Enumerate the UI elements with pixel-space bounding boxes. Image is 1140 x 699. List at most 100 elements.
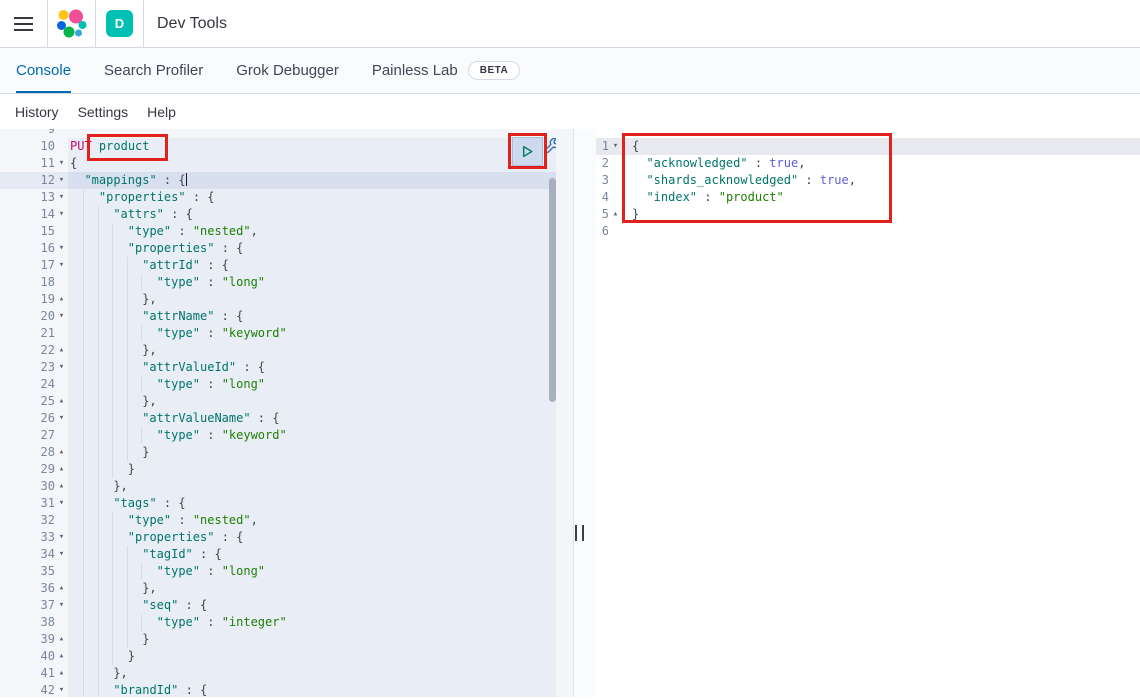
code-text[interactable]: } <box>68 444 556 461</box>
fold-open-icon[interactable]: ▾ <box>55 257 68 274</box>
code-text[interactable]: }, <box>68 291 556 308</box>
code-text[interactable]: "type" : "long" <box>68 376 556 393</box>
tab-search-profiler[interactable]: Search Profiler <box>104 48 203 93</box>
code-text[interactable]: "type" : "nested", <box>68 223 556 240</box>
code-text[interactable]: "tags" : { <box>68 495 556 512</box>
code-text[interactable]: "properties" : { <box>68 240 556 257</box>
fold-open-icon[interactable]: ▾ <box>55 172 68 189</box>
code-text[interactable]: "type" : "integer" <box>68 614 556 631</box>
code-line[interactable] <box>596 129 1140 138</box>
code-text[interactable]: "type" : "long" <box>68 563 556 580</box>
code-line[interactable]: 42▾ "brandId" : { <box>0 682 556 697</box>
code-text[interactable]: "properties" : { <box>68 529 556 546</box>
code-line[interactable]: 36▴ }, <box>0 580 556 597</box>
tab-painless-lab[interactable]: Painless Lab BETA <box>372 48 520 93</box>
tab-grok-debugger[interactable]: Grok Debugger <box>236 48 339 93</box>
fold-close-icon[interactable]: ▴ <box>55 580 68 597</box>
code-line[interactable]: 12▾ "mappings" : { <box>0 172 556 189</box>
code-line[interactable]: 5▴} <box>596 206 1140 223</box>
code-line[interactable]: 3 "shards_acknowledged" : true, <box>596 172 1140 189</box>
fold-open-icon[interactable]: ▾ <box>55 206 68 223</box>
code-text[interactable]: { <box>68 155 556 172</box>
code-text[interactable]: "attrValueName" : { <box>68 410 556 427</box>
code-text[interactable]: "attrId" : { <box>68 257 556 274</box>
code-line[interactable]: 21 "type" : "keyword" <box>0 325 556 342</box>
code-line[interactable]: 34▾ "tagId" : { <box>0 546 556 563</box>
menu-button[interactable] <box>0 0 48 48</box>
code-line[interactable]: 27 "type" : "keyword" <box>0 427 556 444</box>
code-line[interactable]: 39▴ } <box>0 631 556 648</box>
fold-open-icon[interactable]: ▾ <box>55 529 68 546</box>
menu-item-help[interactable]: Help <box>147 104 176 120</box>
code-text[interactable]: "attrValueId" : { <box>68 359 556 376</box>
request-options-button[interactable] <box>544 138 556 155</box>
fold-close-icon[interactable]: ▴ <box>55 444 68 461</box>
code-line[interactable]: 18 "type" : "long" <box>0 274 556 291</box>
fold-close-icon[interactable]: ▴ <box>55 631 68 648</box>
code-line[interactable]: 20▾ "attrName" : { <box>0 308 556 325</box>
panel-resizer[interactable] <box>556 129 596 697</box>
code-line[interactable]: 29▴ } <box>0 461 556 478</box>
code-text[interactable]: }, <box>68 393 556 410</box>
code-line[interactable]: 40▴ } <box>0 648 556 665</box>
code-line[interactable]: 19▴ }, <box>0 291 556 308</box>
code-line[interactable]: 15 "type" : "nested", <box>0 223 556 240</box>
code-text[interactable]: "type" : "keyword" <box>68 325 556 342</box>
fold-close-icon[interactable]: ▴ <box>55 478 68 495</box>
fold-open-icon[interactable]: ▾ <box>55 682 68 697</box>
code-line[interactable]: 38 "type" : "integer" <box>0 614 556 631</box>
editor-scrollbar[interactable] <box>549 178 556 402</box>
code-text[interactable]: "type" : "long" <box>68 274 556 291</box>
response-viewer[interactable]: 1▾{2 "acknowledged" : true,3 "shards_ack… <box>596 129 1140 697</box>
code-text[interactable]: }, <box>68 580 556 597</box>
code-line[interactable]: 31▾ "tags" : { <box>0 495 556 512</box>
fold-open-icon[interactable]: ▾ <box>55 495 68 512</box>
code-text[interactable] <box>68 129 556 138</box>
fold-open-icon[interactable]: ▾ <box>55 240 68 257</box>
code-text[interactable]: } <box>68 631 556 648</box>
code-line[interactable]: 41▴ }, <box>0 665 556 682</box>
menu-item-settings[interactable]: Settings <box>78 104 129 120</box>
code-text[interactable]: "seq" : { <box>68 597 556 614</box>
code-line[interactable]: 16▾ "properties" : { <box>0 240 556 257</box>
code-text[interactable]: "brandId" : { <box>68 682 556 697</box>
code-text[interactable]: PUT product <box>68 138 556 155</box>
fold-close-icon[interactable]: ▴ <box>609 206 622 223</box>
code-line[interactable]: 11▾{ <box>0 155 556 172</box>
code-text[interactable]: "shards_acknowledged" : true, <box>622 172 1140 189</box>
code-line[interactable]: 23▾ "attrValueId" : { <box>0 359 556 376</box>
fold-open-icon[interactable]: ▾ <box>55 189 68 206</box>
fold-close-icon[interactable]: ▴ <box>55 665 68 682</box>
code-text[interactable] <box>622 223 1140 240</box>
code-line[interactable]: 35 "type" : "long" <box>0 563 556 580</box>
code-text[interactable]: } <box>68 461 556 478</box>
code-line[interactable]: 4 "index" : "product" <box>596 189 1140 206</box>
fold-close-icon[interactable]: ▴ <box>55 648 68 665</box>
request-editor[interactable]: 910PUT product11▾{12▾ "mappings" : {13▾ … <box>0 129 556 697</box>
code-line[interactable]: 14▾ "attrs" : { <box>0 206 556 223</box>
code-text[interactable]: }, <box>68 665 556 682</box>
code-text[interactable]: { <box>622 138 1140 155</box>
code-text[interactable]: "attrs" : { <box>68 206 556 223</box>
code-text[interactable] <box>622 129 1140 138</box>
fold-close-icon[interactable]: ▴ <box>55 342 68 359</box>
code-line[interactable]: 1▾{ <box>596 138 1140 155</box>
code-line[interactable]: 22▴ }, <box>0 342 556 359</box>
fold-close-icon[interactable]: ▴ <box>55 291 68 308</box>
code-line[interactable]: 24 "type" : "long" <box>0 376 556 393</box>
code-line[interactable]: 25▴ }, <box>0 393 556 410</box>
send-request-button[interactable] <box>512 137 543 166</box>
code-text[interactable]: "type" : "keyword" <box>68 427 556 444</box>
space-selector[interactable]: D <box>96 0 144 48</box>
resize-handle-icon[interactable] <box>575 525 584 541</box>
code-text[interactable]: "acknowledged" : true, <box>622 155 1140 172</box>
code-line[interactable]: 32 "type" : "nested", <box>0 512 556 529</box>
code-text[interactable]: } <box>68 648 556 665</box>
code-line[interactable]: 28▴ } <box>0 444 556 461</box>
code-line[interactable]: 26▾ "attrValueName" : { <box>0 410 556 427</box>
code-line[interactable]: 2 "acknowledged" : true, <box>596 155 1140 172</box>
code-text[interactable]: }, <box>68 342 556 359</box>
tab-console[interactable]: Console <box>16 48 71 93</box>
fold-open-icon[interactable]: ▾ <box>55 308 68 325</box>
code-line[interactable]: 13▾ "properties" : { <box>0 189 556 206</box>
